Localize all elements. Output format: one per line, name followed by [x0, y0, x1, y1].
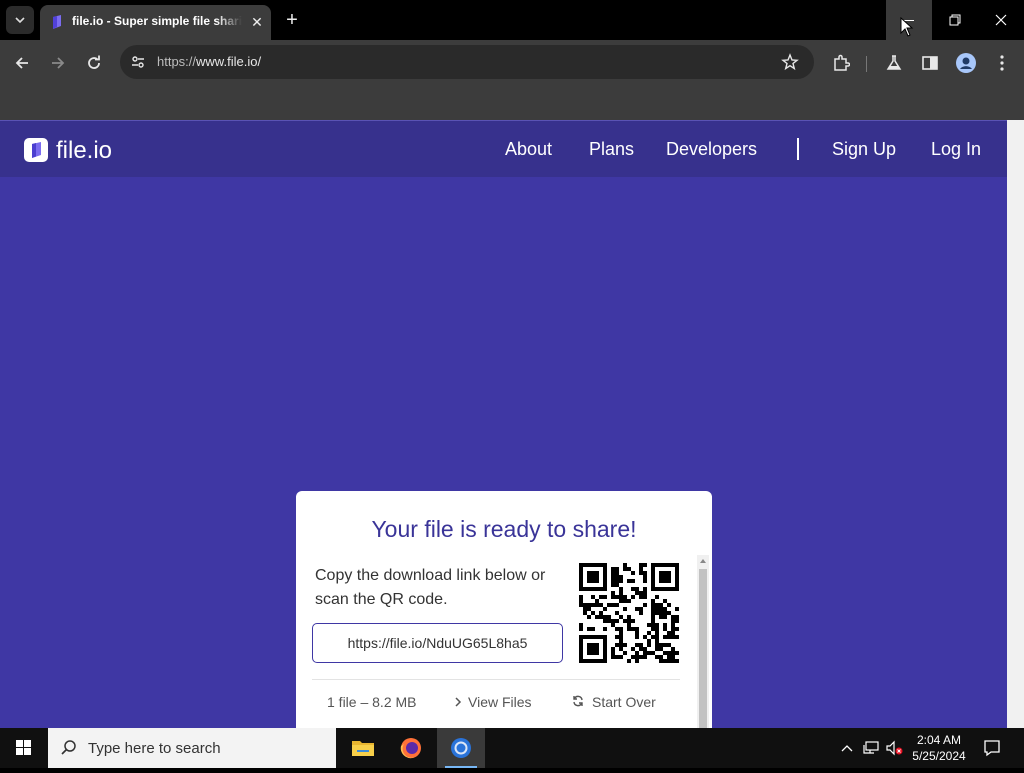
- web-page: file.io About Plans Developers Sign Up L…: [0, 120, 1007, 728]
- tab-search-button[interactable]: [6, 6, 34, 34]
- browser-tab-active[interactable]: file.io - Super simple file sharing ✕: [40, 5, 271, 40]
- toolbar-separator: [866, 56, 867, 72]
- card-scrollbar-thumb[interactable]: [699, 569, 707, 728]
- chevron-down-icon: [15, 17, 25, 24]
- window-close-button[interactable]: [978, 0, 1024, 40]
- clock-time: 2:04 AM: [916, 733, 962, 747]
- bookmark-star-icon[interactable]: [781, 53, 799, 71]
- tray-clock[interactable]: 2:04 AM 5/25/2024: [908, 732, 970, 764]
- share-card: Your file is ready to share! Copy the do…: [296, 491, 712, 728]
- nav-about[interactable]: About: [505, 139, 552, 160]
- forward-button[interactable]: [44, 49, 72, 77]
- chrome-icon: [451, 738, 471, 758]
- avatar-icon: [956, 53, 976, 73]
- url-text: https://www.file.io/: [157, 54, 262, 69]
- site-info-icon: [132, 56, 144, 68]
- side-panel-button[interactable]: [916, 49, 944, 77]
- nav-developers[interactable]: Developers: [666, 139, 757, 160]
- mouse-cursor-icon: [900, 17, 914, 37]
- labs-button[interactable]: [880, 49, 908, 77]
- search-placeholder: Type here to search: [88, 740, 221, 757]
- file-count-label: 1 file – 8.2 MB: [327, 694, 417, 710]
- reload-button[interactable]: [80, 49, 108, 77]
- volume-muted-icon[interactable]: [885, 740, 905, 756]
- flask-icon: [886, 55, 902, 70]
- tab-close-icon[interactable]: ✕: [247, 12, 267, 32]
- scroll-up-arrow-icon[interactable]: [700, 559, 706, 563]
- view-files-link[interactable]: View Files: [454, 694, 532, 710]
- back-button[interactable]: [8, 49, 36, 77]
- side-panel-icon: [922, 56, 938, 70]
- browser-menu-button[interactable]: [988, 49, 1016, 77]
- share-card-title: Your file is ready to share!: [371, 516, 637, 542]
- nav-plans[interactable]: Plans: [589, 139, 634, 160]
- browser-toolbar: https://www.file.io/: [0, 40, 1024, 86]
- new-tab-button[interactable]: +: [280, 8, 304, 32]
- page-scrollbar[interactable]: [1007, 120, 1024, 728]
- tab-title: file.io - Super simple file sharing: [72, 14, 242, 28]
- qr-code: [579, 563, 679, 663]
- card-divider: [312, 679, 680, 680]
- notifications-icon[interactable]: [983, 739, 1001, 757]
- clock-date: 5/25/2024: [912, 749, 966, 763]
- download-link-field[interactable]: https://file.io/NduUG65L8ha5: [312, 623, 563, 663]
- start-button[interactable]: [0, 728, 48, 768]
- close-icon: [995, 14, 1007, 26]
- view-files-label: View Files: [468, 694, 532, 710]
- start-over-link[interactable]: Start Over: [572, 694, 656, 710]
- fileio-logo-icon: [24, 138, 48, 162]
- folder-icon: [352, 741, 374, 756]
- more-vert-icon: [1000, 55, 1004, 71]
- windows-logo-icon: [16, 740, 31, 755]
- bookmarks-bar: [0, 86, 1024, 120]
- nav-log-in[interactable]: Log In: [931, 139, 981, 160]
- refresh-icon: [573, 695, 583, 707]
- logo-text: file.io: [56, 137, 113, 164]
- arrow-right-icon: [52, 57, 65, 69]
- site-header: file.io About Plans Developers Sign Up L…: [0, 120, 1007, 177]
- taskbar-chrome[interactable]: [437, 728, 485, 768]
- nav-divider: [797, 138, 799, 160]
- puzzle-icon: [834, 54, 851, 71]
- reload-icon: [88, 55, 100, 69]
- arrow-left-icon: [15, 57, 28, 69]
- search-icon: [61, 740, 76, 755]
- windows-taskbar: Type here to search 2:04 AM 5/25/2024: [0, 728, 1024, 768]
- window-restore-button[interactable]: [932, 0, 978, 40]
- chevron-up-icon[interactable]: [841, 743, 853, 753]
- firefox-icon: [400, 738, 421, 759]
- profile-button[interactable]: [952, 49, 980, 77]
- card-scrollbar[interactable]: [697, 555, 709, 728]
- fileio-favicon-icon: [53, 15, 61, 29]
- network-icon[interactable]: [862, 740, 880, 756]
- address-bar[interactable]: https://www.file.io/: [120, 45, 814, 79]
- nav-sign-up[interactable]: Sign Up: [832, 139, 896, 160]
- chevron-right-icon: [455, 697, 462, 707]
- extensions-button[interactable]: [827, 49, 855, 77]
- start-over-label: Start Over: [592, 694, 656, 710]
- share-instructions: Copy the download link below or scan the…: [315, 567, 546, 608]
- taskbar-firefox[interactable]: [387, 728, 435, 768]
- restore-icon: [949, 14, 961, 26]
- browser-tab-bar: file.io - Super simple file sharing ✕ +: [0, 0, 1024, 40]
- taskbar-file-explorer[interactable]: [339, 728, 387, 768]
- taskbar-search-box[interactable]: Type here to search: [48, 728, 336, 768]
